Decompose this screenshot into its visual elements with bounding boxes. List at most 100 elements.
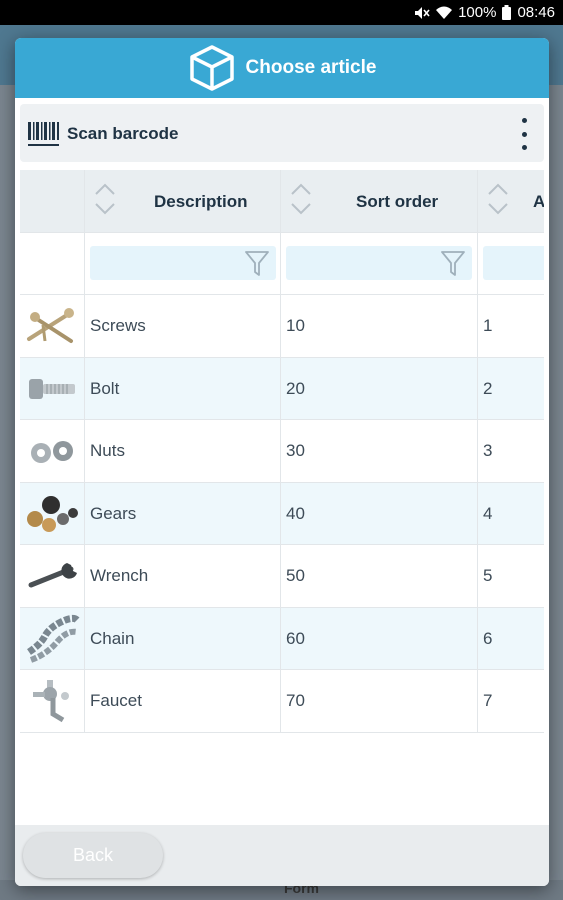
column-label-a: A [533, 192, 544, 211]
description-text: Gears [90, 504, 137, 523]
sort-icon[interactable] [290, 182, 312, 216]
status-bar: 100% 08:46 [0, 0, 563, 25]
filter-icon[interactable] [440, 250, 466, 278]
table-row[interactable]: Chain 60 6 [20, 608, 544, 670]
a-cell: 1 [478, 295, 544, 358]
sort-order-text: 40 [286, 504, 305, 523]
filter-cell-sort-order [281, 233, 478, 295]
image-cell [20, 295, 85, 358]
description-text: Screws [90, 316, 146, 335]
scan-barcode-button[interactable]: Scan barcode [67, 124, 179, 144]
sort-order-cell: 20 [281, 358, 478, 420]
a-text: 1 [483, 316, 493, 335]
sort-order-filter-input[interactable] [286, 246, 472, 280]
sort-icon[interactable] [94, 182, 116, 216]
description-cell: Faucet [85, 670, 281, 733]
a-cell: 5 [478, 545, 544, 608]
description-cell: Bolt [85, 358, 281, 420]
a-filter-input[interactable] [483, 246, 544, 280]
dialog-title: Choose article [245, 57, 377, 78]
a-cell: 7 [478, 670, 544, 733]
nuts-image [31, 441, 73, 463]
column-header-description[interactable]: Description [85, 170, 281, 233]
sort-order-cell: 40 [281, 483, 478, 545]
filter-cell-description [85, 233, 281, 295]
image-cell [20, 420, 85, 483]
clock: 08:46 [517, 4, 555, 21]
mute-icon [415, 6, 430, 19]
column-label-description: Description [154, 192, 248, 211]
image-column-header [20, 170, 85, 233]
a-text: 6 [483, 629, 493, 648]
a-text: 5 [483, 566, 493, 585]
wrench-image [28, 563, 77, 588]
filter-row [20, 233, 544, 295]
description-cell: Screws [85, 295, 281, 358]
column-label-sort-order: Sort order [356, 192, 439, 211]
chain-image [27, 614, 80, 663]
filter-icon[interactable] [244, 250, 270, 278]
sort-icon[interactable] [487, 182, 509, 216]
a-cell: 3 [478, 420, 544, 483]
sort-order-text: 60 [286, 629, 305, 648]
sort-order-text: 50 [286, 566, 305, 585]
a-cell: 2 [478, 358, 544, 420]
image-cell [20, 358, 85, 420]
image-cell [20, 670, 85, 733]
faucet-image [33, 680, 69, 723]
article-table: Description Sort order A Screws 10 1 Bol… [20, 170, 544, 740]
gears-image [27, 496, 78, 532]
sort-order-cell: 70 [281, 670, 478, 733]
table-row[interactable]: Faucet 70 7 [20, 670, 544, 733]
description-text: Chain [90, 629, 135, 648]
battery-icon [502, 5, 512, 20]
table-row[interactable]: Bolt 20 2 [20, 358, 544, 420]
bolt-image [29, 379, 75, 399]
dialog-footer: Back [15, 825, 549, 886]
description-text: Nuts [90, 441, 125, 460]
description-text: Bolt [90, 379, 120, 398]
table-row[interactable]: Screws 10 1 [20, 295, 544, 358]
a-text: 2 [483, 379, 493, 398]
column-header-sort-order[interactable]: Sort order [281, 170, 478, 233]
choose-article-dialog: Choose article Scan barcode Description … [15, 38, 549, 886]
more-vert-icon[interactable] [514, 118, 534, 150]
description-text: Wrench [90, 566, 149, 585]
image-cell [20, 545, 85, 608]
dialog-header: Choose article [15, 38, 549, 98]
barcode-icon[interactable] [28, 122, 60, 148]
back-button[interactable]: Back [23, 833, 163, 878]
description-text: Faucet [90, 691, 142, 710]
sort-order-cell: 50 [281, 545, 478, 608]
description-cell: Nuts [85, 420, 281, 483]
wifi-icon [436, 6, 453, 19]
description-cell: Wrench [85, 545, 281, 608]
image-cell [20, 608, 85, 670]
scan-barcode-toolbar: Scan barcode [20, 104, 544, 162]
a-cell: 4 [478, 483, 544, 545]
table-row[interactable]: Gears 40 4 [20, 483, 544, 545]
sort-order-cell: 30 [281, 420, 478, 483]
description-cell: Chain [85, 608, 281, 670]
sort-order-text: 30 [286, 441, 305, 460]
column-header-a[interactable]: A [478, 170, 544, 233]
description-filter-input[interactable] [90, 246, 276, 280]
battery-percent: 100% [458, 4, 497, 21]
a-text: 4 [483, 504, 493, 523]
sort-order-text: 70 [286, 691, 305, 710]
filter-cell-a [478, 233, 544, 295]
a-text: 3 [483, 441, 493, 460]
box-icon [189, 45, 234, 91]
table-row[interactable]: Wrench 50 5 [20, 545, 544, 608]
table-row[interactable]: Nuts 30 3 [20, 420, 544, 483]
a-text: 7 [483, 691, 493, 710]
sort-order-text: 10 [286, 316, 305, 335]
description-cell: Gears [85, 483, 281, 545]
image-cell [20, 483, 85, 545]
sort-order-cell: 60 [281, 608, 478, 670]
sort-order-text: 20 [286, 379, 305, 398]
table-header-row: Description Sort order A [20, 170, 544, 233]
filter-cell-empty [20, 233, 85, 295]
a-cell: 6 [478, 608, 544, 670]
screws-image [27, 308, 74, 343]
